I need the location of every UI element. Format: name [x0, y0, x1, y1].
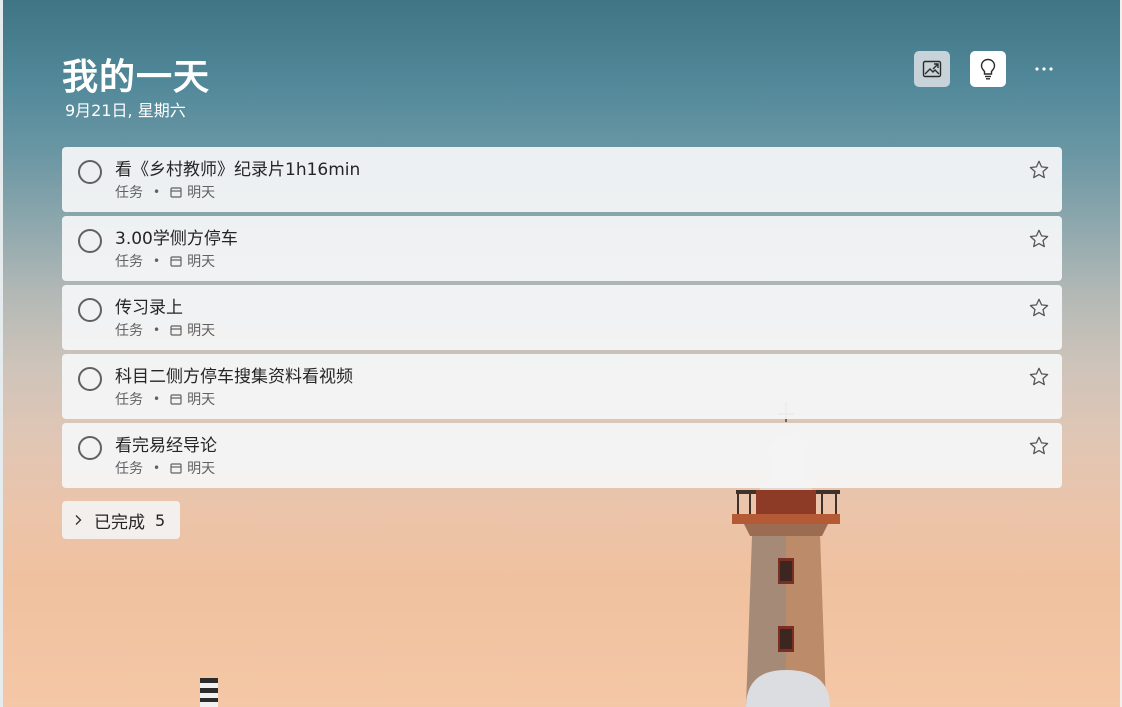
task-item[interactable]: 传习录上 任务 • 明天	[62, 285, 1062, 350]
more-icon	[1035, 67, 1053, 71]
task-meta: 任务 • 明天	[115, 251, 215, 271]
header-toolbar	[914, 51, 1062, 87]
task-list: 看《乡村教师》纪录片1h16min 任务 • 明天 3.00学侧方停车 任务 •…	[62, 147, 1062, 492]
complete-task-checkbox[interactable]	[78, 298, 102, 322]
complete-task-checkbox[interactable]	[78, 367, 102, 391]
completed-section-toggle[interactable]: 已完成 5	[62, 501, 180, 539]
complete-task-checkbox[interactable]	[78, 229, 102, 253]
page-date: 9月21日, 星期六	[65, 101, 186, 120]
task-meta: 任务 • 明天	[115, 458, 215, 478]
change-background-button[interactable]	[914, 51, 950, 87]
star-icon[interactable]	[1028, 159, 1050, 181]
task-title[interactable]: 看《乡村教师》纪录片1h16min	[115, 155, 360, 180]
task-item[interactable]: 看完易经导论 任务 • 明天	[62, 423, 1062, 488]
meta-separator: •	[153, 323, 161, 337]
completed-count: 5	[155, 510, 166, 530]
task-list-name: 任务	[115, 461, 143, 477]
calendar-icon	[170, 324, 182, 336]
task-title[interactable]: 3.00学侧方停车	[115, 224, 238, 249]
task-due-date: 明天	[187, 254, 216, 270]
task-title[interactable]: 传习录上	[115, 293, 183, 318]
suggestions-button[interactable]	[970, 51, 1006, 87]
meta-separator: •	[153, 392, 161, 406]
calendar-icon	[170, 255, 182, 267]
task-meta: 任务 • 明天	[115, 389, 215, 409]
task-list-name: 任务	[115, 254, 143, 270]
more-options-button[interactable]	[1026, 51, 1062, 87]
task-list-name: 任务	[115, 392, 143, 408]
task-due-date: 明天	[187, 392, 216, 408]
star-icon[interactable]	[1028, 228, 1050, 250]
star-icon[interactable]	[1028, 435, 1050, 457]
task-meta: 任务 • 明天	[115, 182, 215, 202]
task-meta: 任务 • 明天	[115, 320, 215, 340]
task-item[interactable]: 3.00学侧方停车 任务 • 明天	[62, 216, 1062, 281]
meta-separator: •	[153, 254, 161, 268]
calendar-icon	[170, 462, 182, 474]
task-item[interactable]: 科目二侧方停车搜集资料看视频 任务 • 明天	[62, 354, 1062, 419]
window-edge-left	[0, 0, 3, 707]
task-due-date: 明天	[187, 185, 216, 201]
complete-task-checkbox[interactable]	[78, 160, 102, 184]
task-due-date: 明天	[187, 461, 216, 477]
lightbulb-icon	[980, 58, 996, 80]
task-item[interactable]: 看《乡村教师》纪录片1h16min 任务 • 明天	[62, 147, 1062, 212]
calendar-icon	[170, 393, 182, 405]
my-day-window: 我的一天 9月21日, 星期六 看《乡村教师》纪录片1h16min 任务 • 明…	[0, 0, 1122, 707]
chevron-right-icon	[74, 514, 82, 526]
star-icon[interactable]	[1028, 366, 1050, 388]
task-list-name: 任务	[115, 323, 143, 339]
distant-tower-illustration	[200, 678, 218, 707]
task-title[interactable]: 看完易经导论	[115, 431, 217, 456]
calendar-icon	[170, 186, 182, 198]
page-title: 我的一天	[62, 57, 211, 98]
meta-separator: •	[153, 185, 161, 199]
meta-separator: •	[153, 461, 161, 475]
task-due-date: 明天	[187, 323, 216, 339]
task-list-name: 任务	[115, 185, 143, 201]
image-background-icon	[922, 60, 942, 78]
completed-label: 已完成	[94, 512, 145, 533]
task-title[interactable]: 科目二侧方停车搜集资料看视频	[115, 362, 353, 387]
complete-task-checkbox[interactable]	[78, 436, 102, 460]
star-icon[interactable]	[1028, 297, 1050, 319]
